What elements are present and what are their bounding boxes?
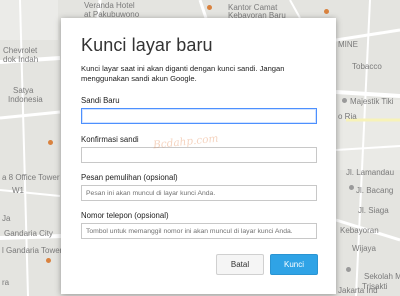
map-label: Satya — [13, 86, 34, 95]
map-label: Indonesia — [8, 95, 43, 104]
lock-button[interactable]: Kunci — [270, 254, 318, 275]
dialog-description: Kunci layar saat ini akan diganti dengan… — [81, 64, 285, 83]
map-label: Wijaya — [352, 244, 377, 253]
map-label: dok Indah — [3, 55, 39, 64]
cancel-button[interactable]: Batal — [216, 254, 264, 275]
map-label: ra — [2, 278, 10, 287]
map-label: Jl. Siaga — [358, 206, 389, 215]
dialog-title: Kunci layar baru — [81, 35, 213, 55]
phone-number-input[interactable] — [81, 223, 317, 239]
map-pin-icon[interactable] — [342, 98, 347, 103]
map-label: Jl. Bacang — [356, 186, 394, 195]
map-pin-icon[interactable] — [324, 9, 329, 14]
map-label: Gandaria City — [4, 229, 53, 238]
confirm-password-input[interactable] — [81, 147, 317, 163]
phone-number-label: Nomor telepon (opsional) — [81, 211, 169, 220]
new-password-input[interactable] — [81, 108, 317, 124]
map-label: Sekolah M — [364, 272, 400, 281]
map-pin-icon[interactable] — [207, 5, 212, 10]
map-label: Tobacco — [352, 62, 382, 71]
map-label: l Gandaria Tower — [2, 246, 63, 255]
recovery-message-label: Pesan pemulihan (opsional) — [81, 173, 178, 182]
map-label: W1 — [12, 186, 24, 195]
map-pin-icon[interactable] — [349, 185, 354, 190]
confirm-password-label: Konfirmasi sandi — [81, 135, 139, 144]
map-label: Jl. Lamandau — [346, 168, 395, 177]
recovery-message-input[interactable] — [81, 185, 317, 201]
new-screen-lock-dialog: Kunci layar baru Kunci layar saat ini ak… — [61, 18, 336, 294]
map-pin-icon[interactable] — [48, 140, 53, 145]
map-label: Jakarta Ind — [338, 286, 378, 295]
map-label: Majestik Tiki — [350, 97, 394, 106]
map-label: Ja — [2, 214, 11, 223]
map-label: a 8 Office Tower — [2, 173, 60, 182]
map-label: o Ria — [338, 112, 357, 121]
map-pin-icon[interactable] — [346, 267, 351, 272]
map-label: Chevrolet — [3, 46, 38, 55]
new-password-label: Sandi Baru — [81, 96, 120, 105]
map-label: Kebayoran — [340, 226, 379, 235]
map-label: MINE — [338, 40, 358, 49]
map-pin-icon[interactable] — [46, 258, 51, 263]
map-label: Veranda Hotel — [84, 1, 135, 10]
